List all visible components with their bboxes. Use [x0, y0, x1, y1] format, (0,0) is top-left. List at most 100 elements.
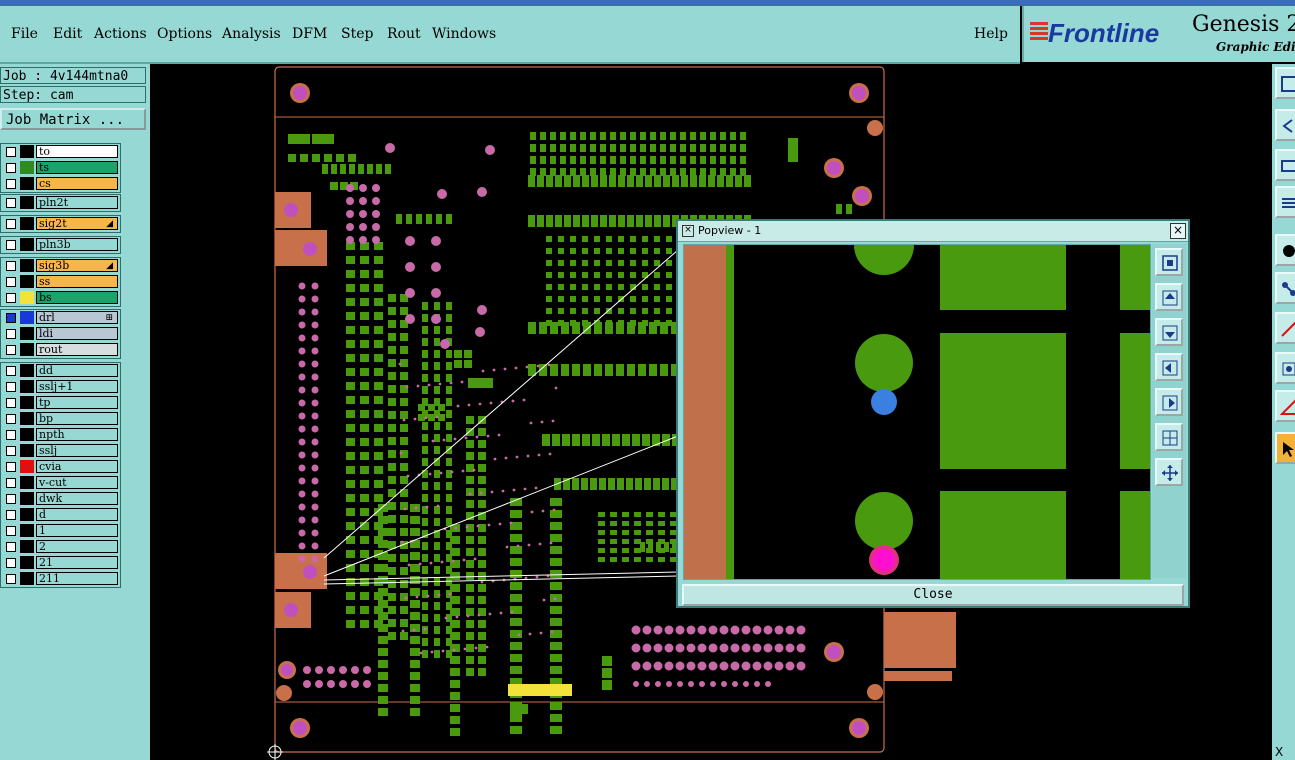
job-matrix-button[interactable]: Job Matrix ... [0, 108, 146, 130]
layer-row[interactable]: 1 [1, 523, 120, 539]
layer-checkbox[interactable] [6, 179, 16, 189]
layer-name[interactable]: sslj [36, 444, 118, 457]
layer-checkbox[interactable] [6, 542, 16, 552]
layer-name[interactable]: bs [36, 291, 118, 304]
layer-checkbox[interactable] [6, 219, 16, 229]
layer-checkbox[interactable] [6, 329, 16, 339]
layer-checkbox[interactable] [6, 430, 16, 440]
layer-checkbox[interactable] [6, 261, 16, 271]
circle-button[interactable] [1275, 234, 1295, 266]
layer-row[interactable]: 211 [1, 571, 120, 587]
layer-checkbox[interactable] [6, 147, 16, 157]
layer-name[interactable]: dwk [36, 492, 118, 505]
layer-row[interactable]: cs [1, 176, 120, 192]
layer-checkbox[interactable] [6, 198, 16, 208]
layer-checkbox[interactable] [6, 313, 16, 323]
move-up-button[interactable] [1155, 283, 1183, 311]
menu-step[interactable]: Step [341, 26, 373, 42]
layer-checkbox[interactable] [6, 558, 16, 568]
layer-name[interactable]: ts [36, 161, 118, 174]
layer-name[interactable]: pln2t [36, 196, 118, 209]
layer-name[interactable]: npth [36, 428, 118, 441]
move-right-button[interactable] [1155, 388, 1183, 416]
zoom-fit-button[interactable] [1155, 248, 1183, 276]
layer-row[interactable]: sig3b ◢ [1, 258, 120, 274]
menu-rout[interactable]: Rout [387, 26, 421, 42]
menu-windows[interactable]: Windows [432, 26, 496, 42]
layer-name[interactable]: to [36, 145, 118, 158]
layer-row[interactable]: sslj [1, 443, 120, 459]
menu-actions[interactable]: Actions [94, 26, 147, 42]
select-arrow-button[interactable] [1275, 432, 1295, 464]
window-button[interactable] [1275, 67, 1295, 99]
layer-row[interactable]: bs [1, 290, 120, 306]
window-menu-icon[interactable]: × [682, 225, 694, 237]
frame-button[interactable] [1275, 149, 1295, 181]
edit-button[interactable] [1275, 312, 1295, 344]
layer-name[interactable]: tp [36, 396, 118, 409]
menu-options[interactable]: Options [157, 26, 212, 42]
layer-checkbox[interactable] [6, 574, 16, 584]
layer-checkbox[interactable] [6, 494, 16, 504]
layer-checkbox[interactable] [6, 163, 16, 173]
layer-checkbox[interactable] [6, 382, 16, 392]
layer-row[interactable]: sslj+1 [1, 379, 120, 395]
layer-name[interactable]: sig2t ◢ [36, 217, 118, 230]
snap-button[interactable] [1275, 352, 1295, 384]
route-button[interactable] [1275, 272, 1295, 304]
layer-row[interactable]: to [1, 144, 120, 160]
pan-button[interactable] [1155, 458, 1183, 486]
layer-checkbox[interactable] [6, 510, 16, 520]
menu-dfm[interactable]: DFM [292, 26, 327, 42]
layer-checkbox[interactable] [6, 293, 16, 303]
popview-canvas[interactable] [683, 244, 1151, 580]
layer-name[interactable]: dd [36, 364, 118, 377]
layer-row[interactable]: pln2t [1, 195, 120, 211]
layer-checkbox[interactable] [6, 398, 16, 408]
layer-row[interactable]: rout [1, 342, 120, 358]
layer-checkbox[interactable] [6, 526, 16, 536]
layer-row[interactable]: 2 [1, 539, 120, 555]
help-menu[interactable]: Help [974, 26, 1008, 42]
layer-name[interactable]: 1 [36, 524, 118, 537]
zoom-out-button[interactable] [1155, 423, 1183, 451]
layer-row[interactable]: npth [1, 427, 120, 443]
layer-checkbox[interactable] [6, 446, 16, 456]
layer-row[interactable]: pln3b [1, 237, 120, 253]
measure-button[interactable] [1275, 390, 1295, 422]
layer-name[interactable]: 211 [36, 572, 118, 585]
back-button[interactable] [1275, 109, 1295, 141]
layers-button[interactable] [1275, 186, 1295, 218]
close-icon[interactable]: × [1170, 223, 1186, 239]
layer-name[interactable]: cs [36, 177, 118, 190]
menu-file[interactable]: File [11, 26, 38, 42]
layer-row[interactable]: ldi [1, 326, 120, 342]
layer-row[interactable]: dwk [1, 491, 120, 507]
layer-name[interactable]: rout [36, 343, 118, 356]
layer-checkbox[interactable] [6, 478, 16, 488]
layer-checkbox[interactable] [6, 414, 16, 424]
layer-name[interactable]: bp [36, 412, 118, 425]
move-down-button[interactable] [1155, 318, 1183, 346]
layer-name[interactable]: d [36, 508, 118, 521]
layer-name[interactable]: 2 [36, 540, 118, 553]
menu-analysis[interactable]: Analysis [222, 26, 281, 42]
close-button[interactable]: Close [682, 584, 1184, 606]
move-left-button[interactable] [1155, 353, 1183, 381]
layer-row[interactable]: dd [1, 363, 120, 379]
layer-row[interactable]: d [1, 507, 120, 523]
layer-name[interactable]: ldi [36, 327, 118, 340]
layer-name[interactable]: 21 [36, 556, 118, 569]
layer-name[interactable]: sslj+1 [36, 380, 118, 393]
layer-checkbox[interactable] [6, 366, 16, 376]
layer-name[interactable]: drl ⊞ [36, 311, 118, 324]
layer-checkbox[interactable] [6, 345, 16, 355]
layer-name[interactable]: v-cut [36, 476, 118, 489]
layer-name[interactable]: pln3b [36, 238, 118, 251]
layer-row[interactable]: ts [1, 160, 120, 176]
popview-title-bar[interactable]: × Popview - 1 × [678, 221, 1188, 242]
layer-row[interactable]: 21 [1, 555, 120, 571]
layer-row[interactable]: bp [1, 411, 120, 427]
layer-name[interactable]: sig3b ◢ [36, 259, 118, 272]
layer-row[interactable]: drl ⊞ [1, 310, 120, 326]
